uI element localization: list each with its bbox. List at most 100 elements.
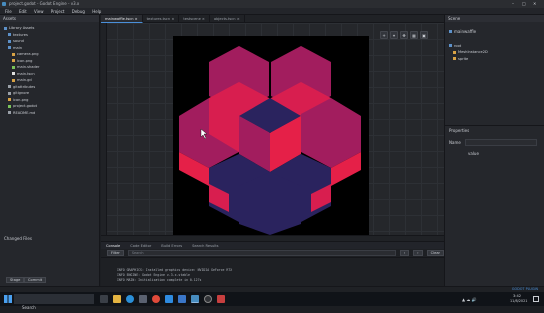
media-icon[interactable] [217, 295, 225, 303]
scene-node-label: root [454, 43, 462, 48]
inspector-name-field[interactable]: value [465, 139, 537, 156]
file-tree-item[interactable]: gitattributes [8, 84, 35, 90]
filesystem-tree: Library Assets textures sound main camera.pn… [0, 22, 99, 132]
node-icon [449, 30, 452, 33]
bottom-tab[interactable]: Search Results [187, 244, 223, 248]
commit-button[interactable]: Commit [24, 277, 47, 283]
file-tree-label: main.tscn [17, 71, 35, 76]
move-icon[interactable]: ✥ [400, 31, 408, 39]
file-tree-item[interactable]: icon.png [12, 58, 32, 64]
menu-help[interactable]: Help [92, 9, 101, 14]
file-tree-item[interactable]: README.md [8, 110, 35, 116]
system-tray-icons[interactable]: ▲ ☁ 🔊 [462, 297, 477, 302]
file-tree-item[interactable]: main.shader [12, 64, 39, 70]
editor-tab-label: textures.tscn [146, 17, 171, 21]
tab-close-icon[interactable]: × [133, 17, 138, 21]
file-explorer-icon[interactable] [113, 295, 121, 303]
plus-icon[interactable]: + [380, 31, 388, 39]
clear-button[interactable]: Clear [426, 250, 444, 256]
tab-close-icon[interactable]: × [170, 17, 174, 21]
viewport-toolbar: + ⌖ ✥ ▦ ▣ [380, 31, 428, 39]
file-tree-item[interactable]: textures [8, 32, 28, 38]
vscode-icon[interactable] [165, 295, 173, 303]
editor-tab-label: mainwaffle.tscn [105, 17, 134, 21]
bottom-tab[interactable]: Console [101, 244, 125, 248]
scene-node-label: MeshInstance2D [458, 50, 488, 54]
editor-tab-bar: mainwaffle.tscn × textures.tscn × testscen… [101, 15, 444, 23]
menu-project[interactable]: Project [51, 9, 65, 14]
image-icon [12, 52, 15, 56]
settings-icon [8, 104, 11, 108]
script-icon [12, 78, 15, 82]
chrome-icon[interactable] [152, 295, 160, 303]
close-icon[interactable]: ✕ [533, 1, 536, 6]
image-icon [12, 59, 15, 62]
file-tree-label: gitattributes [13, 84, 36, 89]
maximize-icon[interactable]: □ [522, 1, 526, 6]
node-icon [453, 50, 456, 54]
console-search-input[interactable]: Search [127, 250, 396, 256]
file-tree-item[interactable]: camera.png [12, 51, 39, 57]
store-icon[interactable] [139, 295, 147, 303]
file-tree-label: camera.png [17, 52, 39, 56]
file-tree-item[interactable]: main.gd [12, 77, 32, 83]
taskbar-search-box[interactable]: Search [14, 294, 94, 310]
obs-icon[interactable] [204, 295, 212, 303]
mail-icon[interactable] [178, 295, 186, 303]
node-icon [449, 44, 452, 47]
notification-icon[interactable] [533, 296, 539, 302]
scene-node-label: sprite [458, 56, 469, 61]
windows-taskbar: Search ▲ ☁ 🔊 3:42 11/8/2021 [0, 292, 544, 310]
bottom-tab[interactable]: Build Errors [156, 244, 187, 248]
game-canvas[interactable] [173, 36, 369, 235]
lock-icon[interactable]: ▣ [420, 31, 428, 39]
grid-icon[interactable]: ▦ [410, 31, 418, 39]
viewport[interactable] [101, 23, 444, 241]
scene-title: Scene [445, 15, 544, 22]
inspector-divider [445, 125, 544, 126]
windows-start-icon[interactable] [4, 295, 12, 303]
taskbar-clock-date[interactable]: 11/8/2021 [510, 299, 527, 304]
inspector-title: Properties [449, 128, 470, 133]
scene-root-node[interactable]: mainwaffle [449, 29, 476, 34]
filesystem-title: Assets [0, 15, 99, 22]
filter-button[interactable]: Filter [107, 250, 124, 256]
file-tree-item[interactable]: sound [8, 38, 24, 44]
scene-node[interactable]: sprite [453, 56, 468, 62]
bottom-tab-bar: Console Code Editor Build Errors Search Res… [101, 241, 444, 249]
file-tree-item[interactable]: icon.png [8, 97, 28, 103]
tab-close-icon[interactable]: × [201, 17, 205, 21]
file-tree-label: Library Assets [9, 26, 35, 30]
scene-node[interactable]: root [449, 43, 461, 49]
edge-icon[interactable] [126, 295, 134, 303]
file-icon [8, 85, 11, 88]
editor-tab[interactable]: testscene × [179, 15, 210, 23]
stage-button[interactable]: Stage [6, 277, 25, 283]
editor-tab[interactable]: objects.tscn × [210, 15, 245, 23]
crosshair-icon[interactable]: ⌖ [390, 31, 398, 39]
file-tree-item[interactable]: main.tscn [12, 71, 35, 77]
file-tree-item[interactable]: gitignore [8, 90, 29, 96]
file-tree-item[interactable]: project.godot [8, 103, 37, 109]
menu-file[interactable]: File [5, 9, 12, 14]
menu-view[interactable]: View [34, 9, 44, 14]
prev-icon[interactable]: ‹ [399, 250, 410, 256]
file-tree-item[interactable]: Library Assets [4, 25, 34, 31]
godot-icon[interactable] [191, 295, 199, 303]
menu-edit[interactable]: Edit [19, 9, 27, 14]
task-view-icon[interactable] [100, 295, 108, 303]
folder-icon [8, 39, 11, 43]
menu-debug[interactable]: Debug [72, 9, 85, 14]
next-icon[interactable]: › [413, 250, 423, 256]
file-tree-item[interactable]: main [8, 45, 22, 51]
scene-panel: Scene mainwaffle root MeshInstance2D sprit… [444, 15, 544, 292]
editor-tab[interactable]: textures.tscn × [143, 15, 180, 23]
tab-close-icon[interactable]: × [236, 17, 240, 21]
editor-tab[interactable]: mainwaffle.tscn × [101, 15, 143, 23]
title-bar: project.godot - Godot Engine - v3.x – □ … [0, 0, 544, 8]
bottom-tab[interactable]: Code Editor [125, 244, 156, 248]
scene-root-label: mainwaffle [454, 29, 477, 34]
minimize-icon[interactable]: – [512, 1, 514, 6]
folder-icon [4, 26, 7, 30]
scene-node[interactable]: MeshInstance2D [453, 49, 488, 55]
